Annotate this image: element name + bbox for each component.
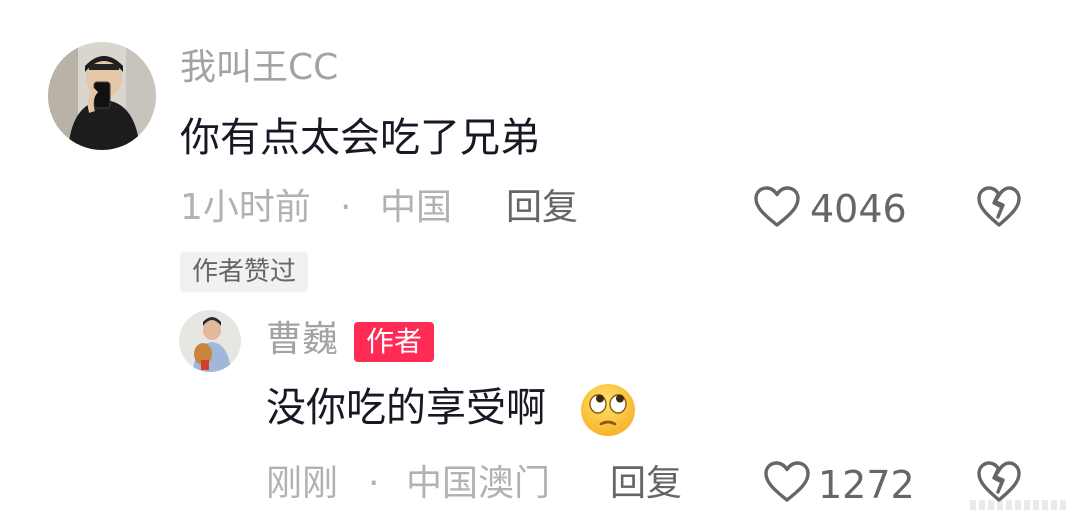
meta-separator: · [340, 187, 352, 228]
author-badge: 作者 [354, 322, 435, 362]
heart-outline-icon[interactable] [753, 185, 801, 229]
watermark [970, 500, 1066, 510]
reply-timestamp: 刚刚 [266, 463, 339, 504]
reply-author-username[interactable]: 曹巍 [266, 322, 338, 358]
commenter-avatar[interactable] [48, 42, 156, 150]
reply-to-reply-button[interactable]: 回复 [610, 466, 682, 502]
comment-location: 中国 [380, 187, 453, 228]
reply-location: 中国澳门 [406, 463, 551, 504]
broken-heart-icon[interactable] [976, 185, 1022, 229]
like-count: 4046 [810, 187, 907, 231]
reply-text: 没你吃的享受啊 [266, 385, 546, 431]
heart-outline-icon[interactable] [763, 460, 811, 504]
comment-text: 你有点太会吃了兄弟 [180, 115, 540, 161]
reply-button[interactable]: 回复 [506, 190, 578, 226]
liked-by-author-badge: 作者赞过 [180, 252, 309, 292]
reply-like-count: 1272 [818, 463, 915, 507]
commenter-username[interactable]: 我叫王CC [180, 50, 338, 86]
meta-separator: · [368, 463, 380, 504]
comment-timestamp: 1小时前 [180, 187, 311, 228]
rolling-eyes-emoji-icon [578, 382, 638, 438]
reply-author-avatar[interactable] [179, 310, 241, 372]
broken-heart-icon[interactable] [976, 460, 1022, 504]
